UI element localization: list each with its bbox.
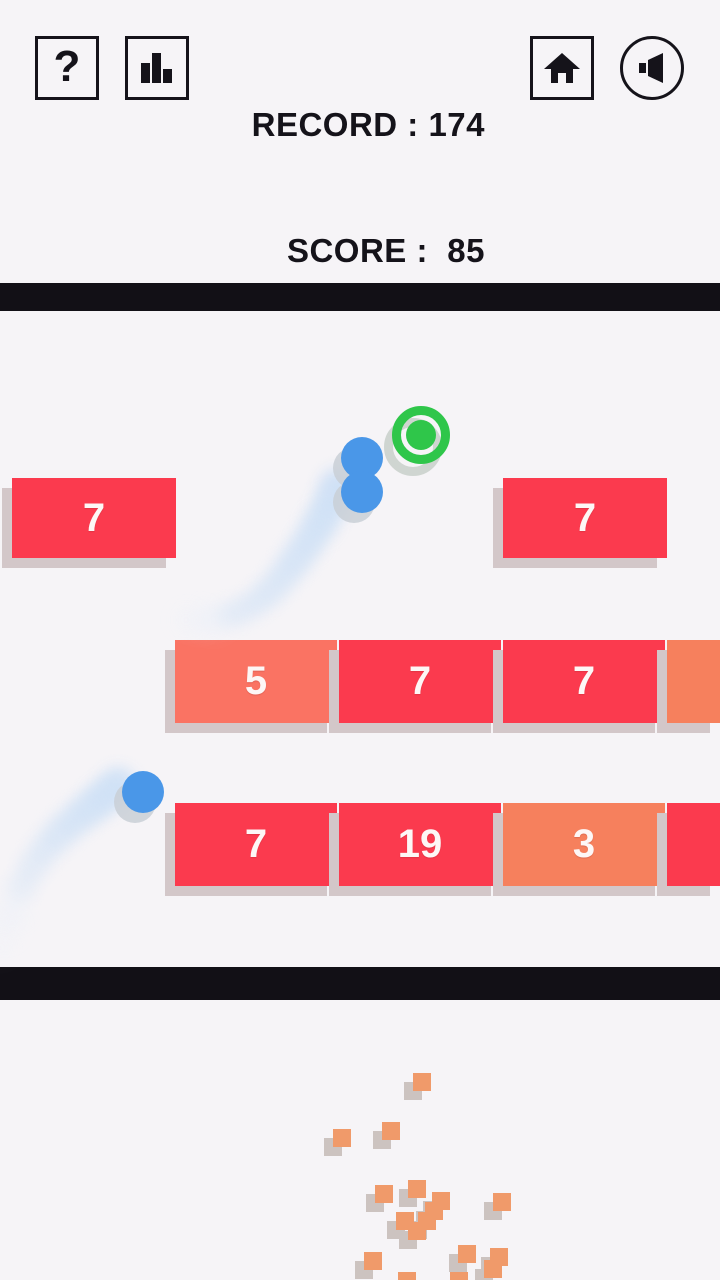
particle (413, 1073, 431, 1091)
particle (458, 1245, 476, 1263)
block: 7 (175, 803, 337, 886)
particle (364, 1252, 382, 1270)
particle (408, 1180, 426, 1198)
block-value: 5 (244, 659, 268, 703)
particle (375, 1185, 393, 1203)
block-value: 7 (408, 659, 432, 703)
particle (333, 1129, 351, 1147)
block: 19 (339, 803, 501, 886)
particle (382, 1122, 400, 1140)
game-screen: ? RECORD : 174 SCORE : 85 7 7 5 7 7 7 19… (0, 0, 720, 1280)
ball-lower (122, 771, 164, 813)
block: 7 (503, 640, 665, 723)
block: 5 (175, 640, 337, 723)
block (667, 640, 720, 723)
particle (450, 1272, 468, 1280)
bottom-rail (0, 967, 720, 1000)
powerup-core (406, 420, 436, 450)
particle (396, 1212, 414, 1230)
play-field: 7 7 5 7 7 7 19 3 (0, 0, 720, 1280)
block-value: 7 (82, 495, 106, 540)
ball-trail (174, 608, 198, 632)
block-value: 3 (572, 822, 596, 866)
block-value: 7 (244, 822, 268, 866)
particle (493, 1193, 511, 1211)
floating-block: 7 (12, 478, 176, 558)
particle (484, 1260, 502, 1278)
block-value: 19 (397, 822, 443, 866)
top-rail (0, 283, 720, 311)
block: 3 (503, 803, 665, 886)
block-value: 7 (572, 659, 596, 703)
block (667, 803, 720, 886)
particle (398, 1272, 416, 1280)
floating-block: 7 (503, 478, 667, 558)
block: 7 (339, 640, 501, 723)
block-value: 7 (573, 495, 597, 540)
ball-upper-b (341, 471, 383, 513)
